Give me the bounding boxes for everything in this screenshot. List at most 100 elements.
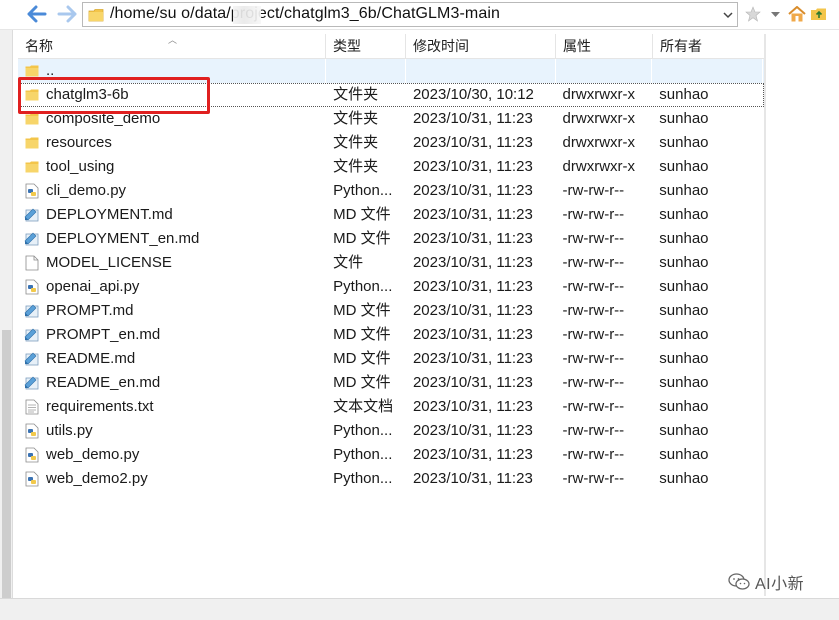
file-row[interactable]: cli_demo.py Python... 2023/10/31, 11:23 -rw… [18,179,764,203]
watermark: AI小新 [728,570,804,594]
python-file-icon [24,447,40,463]
address-path[interactable]: /home/su o/data/project/chatglm3_6b/Chat… [110,5,500,23]
file-name: tool_using [46,158,115,175]
folder-up-icon[interactable] [809,4,829,24]
file-name: requirements.txt [46,398,154,415]
file-attributes: -rw-rw-r-- [562,254,625,271]
file-row[interactable]: DEPLOYMENT.md MD 文件 2023/10/31, 11:23 -rw-r… [18,203,764,227]
file-owner: sunhao [659,182,709,199]
file-attributes: -rw-rw-r-- [562,206,625,223]
file-row[interactable]: openai_api.py Python... 2023/10/31, 11:23 -… [18,275,764,299]
home-icon[interactable] [787,4,807,24]
folder-icon [24,135,40,151]
file-owner: sunhao [659,254,709,271]
markdown-file-icon [24,207,40,223]
forward-button[interactable] [56,3,78,25]
markdown-file-icon [24,327,40,343]
folder-icon [24,111,40,127]
file-row[interactable]: web_demo.py Python... 2023/10/31, 11:23 -rw… [18,443,764,467]
file-attributes: drwxrwxr-x [562,110,636,127]
file-type: 文件夹 [333,134,379,151]
file-attributes: -rw-rw-r-- [562,182,625,199]
file-name-cell: DEPLOYMENT.md [19,203,326,227]
file-name-cell: chatglm3-6b [19,83,326,107]
file-modified: 2023/10/31, 11:23 [412,446,533,463]
watermark-text: AI小新 [755,576,805,593]
file-row[interactable]: requirements.txt 文本文档 2023/10/31, 11:23 -rw… [18,395,764,419]
python-file-icon [24,279,40,295]
markdown-file-icon [24,231,40,247]
file-row[interactable]: README.md MD 文件 2023/10/31, 11:23 -rw-rw-r-… [18,347,764,371]
column-header-owner[interactable]: 所有者 [653,34,764,59]
file-modified: 2023/10/31, 11:23 [412,350,533,367]
file-row[interactable]: README_en.md MD 文件 2023/10/31, 11:23 -rw-rw… [18,371,764,395]
file-name-cell: PROMPT_en.md [19,323,326,347]
file-type: Python... [333,446,393,463]
column-header-attributes[interactable]: 属性 [556,34,653,59]
path-redaction [233,6,261,24]
file-attributes: -rw-rw-r-- [562,302,625,319]
file-row[interactable]: chatglm3-6b 文件夹 2023/10/30, 10:12 drwxrwxr-… [18,83,764,107]
arrow-right-icon [57,5,77,23]
file-owner: sunhao [659,326,709,343]
parent-directory-row[interactable]: .. [18,59,764,83]
file-modified: 2023/10/31, 11:23 [412,470,533,487]
file-name: README_en.md [46,374,161,391]
file-name-cell: requirements.txt [19,395,326,419]
file-attributes: drwxrwxr-x [562,86,636,103]
file-name-cell: README.md [19,347,326,371]
file-attributes: -rw-rw-r-- [562,350,625,367]
file-name-cell: README_en.md [19,371,326,395]
file-modified: 2023/10/31, 11:23 [412,422,533,439]
file-row[interactable]: MODEL_LICENSE 文件 2023/10/31, 11:23 -rw-rw-r… [18,251,764,275]
file-row[interactable]: DEPLOYMENT_en.md MD 文件 2023/10/31, 11:23 -r… [18,227,764,251]
column-header-name[interactable]: 名称 ︿ [18,34,326,59]
folder-icon [24,63,40,79]
file-name: resources [46,134,112,151]
markdown-file-icon [24,375,40,391]
file-name-cell: composite_demo [19,107,326,131]
file-type: MD 文件 [333,206,391,223]
file-owner [652,59,763,83]
list-scrollbar[interactable] [764,34,766,596]
file-row[interactable]: composite_demo 文件夹 2023/10/31, 11:23 drwxrw… [18,107,764,131]
file-name: composite_demo [46,110,161,127]
file-row[interactable]: tool_using 文件夹 2023/10/31, 11:23 drwxrwxr-x… [18,155,764,179]
file-name: chatglm3-6b [46,86,129,103]
back-button[interactable] [26,3,48,25]
file-row[interactable]: PROMPT_en.md MD 文件 2023/10/31, 11:23 -rw-rw… [18,323,764,347]
file-name-cell: resources [19,131,326,155]
chevron-down-icon[interactable] [765,4,785,24]
file-name-cell: PROMPT.md [19,299,326,323]
file-rows: .. chatglm3-6b 文件夹 2023/10/30, 10:12 drwxrwx… [18,59,764,491]
address-bar[interactable]: /home/su o/data/project/chatglm3_6b/Chat… [82,2,738,27]
file-name-cell: tool_using [19,155,326,179]
file-attributes: -rw-rw-r-- [562,422,625,439]
file-modified: 2023/10/31, 11:23 [412,158,533,175]
star-icon[interactable] [743,4,763,24]
file-owner: sunhao [659,230,709,247]
column-header-type[interactable]: 类型 [326,34,406,59]
toolbar: /home/su o/data/project/chatglm3_6b/Chat… [0,0,839,30]
file-row[interactable]: utils.py Python... 2023/10/31, 11:23 -rw-rw… [18,419,764,443]
file-row[interactable]: PROMPT.md MD 文件 2023/10/31, 11:23 -rw-rw-r-… [18,299,764,323]
file-modified: 2023/10/30, 10:12 [412,86,534,103]
file-attributes: -rw-rw-r-- [562,278,625,295]
file-attributes: -rw-rw-r-- [562,470,625,487]
left-pane-scrollbar[interactable]: ▼ [0,30,13,617]
column-header-modified[interactable]: 修改时间 [406,34,556,59]
file-type: Python... [333,278,393,295]
address-dropdown-button[interactable] [719,3,737,26]
file-attributes: -rw-rw-r-- [562,398,625,415]
file-type: 文本文档 [333,398,394,415]
file-attributes [556,59,653,83]
file-type: MD 文件 [333,350,391,367]
scrollbar-thumb[interactable] [2,330,11,600]
file-row[interactable]: resources 文件夹 2023/10/31, 11:23 drwxrwxr-x s… [18,131,764,155]
file-name: DEPLOYMENT_en.md [46,230,200,247]
file-type: MD 文件 [333,230,391,247]
blank-file-icon [24,255,40,271]
file-modified [406,59,556,83]
file-row[interactable]: web_demo2.py Python... 2023/10/31, 11:23 -r… [18,467,764,491]
file-owner: sunhao [659,446,709,463]
